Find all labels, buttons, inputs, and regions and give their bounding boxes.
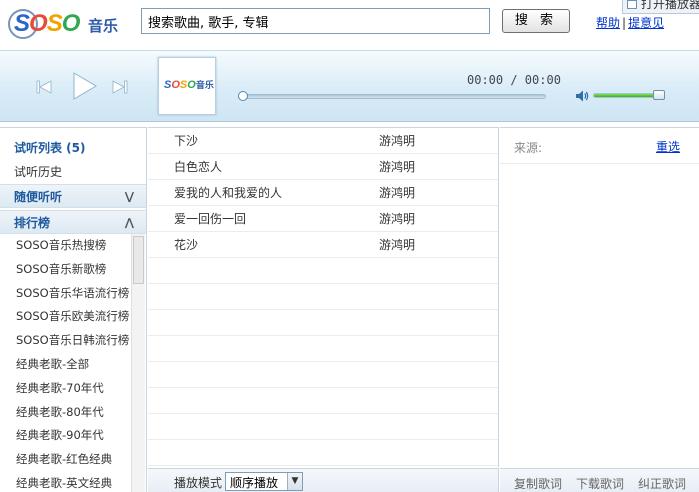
song-row (148, 336, 498, 362)
song-artist[interactable]: 游鸿明 (379, 180, 415, 206)
dropdown-arrow-icon[interactable]: ▼ (287, 473, 302, 490)
chart-item[interactable]: 经典老歌-90年代 (0, 424, 131, 448)
chart-item[interactable]: SOSO音乐欧美流行榜 (0, 305, 131, 329)
cover-letter: O (187, 79, 196, 91)
song-row (148, 362, 498, 388)
sidebar-scrollbar[interactable] (131, 234, 145, 492)
logo-letters: SOSO (14, 10, 81, 38)
next-icon[interactable] (110, 77, 130, 97)
progress-knob[interactable] (238, 91, 248, 101)
song-row (148, 310, 498, 336)
cover-logo: SOSO音乐 (164, 78, 214, 91)
previous-icon[interactable] (34, 77, 54, 97)
download-lyrics-link[interactable]: 下载歌词 (576, 475, 624, 492)
sidebar-item-random[interactable]: 随便听听 ⋁ (0, 184, 146, 208)
cover-letter: O (171, 79, 180, 91)
song-artist[interactable]: 游鸿明 (379, 128, 415, 154)
volume-fill (594, 94, 656, 97)
top-links: 帮助 | 提意见 (596, 14, 664, 31)
play-mode-select[interactable]: 顺序播放 ▼ (225, 472, 303, 491)
sidebar-random-label: 随便听听 (14, 190, 63, 204)
song-title[interactable]: 爱我的人和我爱的人 (174, 180, 282, 206)
chart-item[interactable]: SOSO音乐日韩流行榜 (0, 329, 131, 353)
lyrics-header: 来源: 重选 (500, 128, 699, 164)
logo-suffix: 音乐 (88, 17, 119, 35)
song-row[interactable]: 花沙 游鸿明 (148, 232, 498, 258)
chart-item[interactable]: 经典老歌-红色经典 (0, 448, 131, 472)
logo-letter: S (14, 10, 30, 37)
volume-icon[interactable] (575, 89, 589, 103)
sidebar: 试听列表 (5) 试听历史 随便听听 ⋁ 排行榜 ⋀ SOSO音乐热搜榜 SOSO… (0, 127, 147, 492)
song-list: 下沙 游鸿明 白色恋人 游鸿明 爱我的人和我爱的人 游鸿明 爱一回伤一回 游鸿明 花沙 游鸿明 (148, 127, 499, 467)
chart-item[interactable]: 经典老歌-全部 (0, 353, 131, 377)
song-row[interactable]: 爱我的人和我爱的人 游鸿明 (148, 180, 498, 206)
album-cover: SOSO音乐 (158, 57, 216, 115)
search-input[interactable] (141, 8, 490, 34)
song-row (148, 414, 498, 440)
play-icon[interactable] (68, 70, 100, 102)
scrollbar-thumb[interactable] (133, 236, 144, 284)
song-title[interactable]: 白色恋人 (174, 154, 222, 180)
open-player-label: 打开播放器 (641, 0, 699, 11)
song-artist[interactable]: 游鸿明 (379, 232, 415, 258)
chart-item[interactable]: 经典老歌-80年代 (0, 401, 131, 425)
reselect-link[interactable]: 重选 (656, 138, 680, 155)
sidebar-charts-label: 排行榜 (14, 216, 51, 230)
lyrics-source-label: 来源: (514, 141, 543, 155)
chart-item[interactable]: 经典老歌-英文经典 (0, 472, 131, 492)
song-title[interactable]: 下沙 (174, 128, 198, 154)
song-title[interactable]: 花沙 (174, 232, 198, 258)
help-link[interactable]: 帮助 (596, 16, 620, 30)
logo-letter: O (61, 10, 81, 37)
soso-music-logo[interactable]: SOSO 音乐 (6, 6, 126, 42)
chart-item[interactable]: SOSO音乐华语流行榜 (0, 282, 131, 306)
song-row[interactable]: 白色恋人 游鸿明 (148, 154, 498, 180)
song-row[interactable]: 下沙 游鸿明 (148, 128, 498, 154)
song-row (148, 284, 498, 310)
chart-item[interactable]: SOSO音乐热搜榜 (0, 234, 131, 258)
play-mode-label: 播放模式 (174, 476, 223, 490)
volume-knob[interactable] (653, 90, 665, 100)
lyrics-panel: 来源: 重选 (500, 127, 699, 467)
feedback-link[interactable]: 提意见 (628, 16, 664, 30)
sidebar-item-history[interactable]: 试听历史 (0, 160, 146, 184)
chart-list: SOSO音乐热搜榜 SOSO音乐新歌榜 SOSO音乐华语流行榜 SOSO音乐欧美流行榜… (0, 234, 131, 492)
player-bar: SOSO音乐 00:00 / 00:00 (0, 50, 699, 122)
song-row (148, 258, 498, 284)
link-separator: | (622, 16, 627, 30)
logo-letter: S (46, 10, 63, 37)
chart-item[interactable]: 经典老歌-70年代 (0, 377, 131, 401)
song-row[interactable]: 爱一回伤一回 游鸿明 (148, 206, 498, 232)
playback-bar: 播放模式 顺序播放 ▼ (148, 468, 499, 492)
lyrics-actions: 复制歌词 下载歌词 纠正歌词 (500, 468, 699, 492)
time-display: 00:00 / 00:00 (467, 73, 561, 87)
progress-bar[interactable] (242, 94, 546, 99)
copy-lyrics-link[interactable]: 复制歌词 (514, 475, 562, 492)
song-artist[interactable]: 游鸿明 (379, 206, 415, 232)
volume-slider[interactable] (593, 93, 657, 98)
play-mode-value: 顺序播放 (230, 476, 279, 490)
sidebar-item-charts[interactable]: 排行榜 ⋀ (0, 210, 146, 234)
double-chevron-down-icon[interactable]: ⋁ (125, 185, 134, 209)
sidebar-item-playlist[interactable]: 试听列表 (5) (0, 136, 146, 160)
search-button[interactable]: 搜 索 (502, 9, 570, 33)
song-artist[interactable]: 游鸿明 (379, 154, 415, 180)
correct-lyrics-link[interactable]: 纠正歌词 (638, 475, 686, 492)
open-player-button[interactable]: 打开播放器 (622, 0, 699, 14)
song-title[interactable]: 爱一回伤一回 (174, 206, 246, 232)
logo-letter: O (29, 10, 48, 37)
double-chevron-up-icon[interactable]: ⋀ (125, 211, 134, 235)
window-icon (627, 0, 637, 9)
song-row (148, 440, 498, 466)
chart-item[interactable]: SOSO音乐新歌榜 (0, 258, 131, 282)
song-row (148, 388, 498, 414)
top-bar: SOSO 音乐 搜 索 帮助|提意见 打开播放器 (0, 0, 699, 50)
cover-suffix: 音乐 (195, 80, 214, 90)
